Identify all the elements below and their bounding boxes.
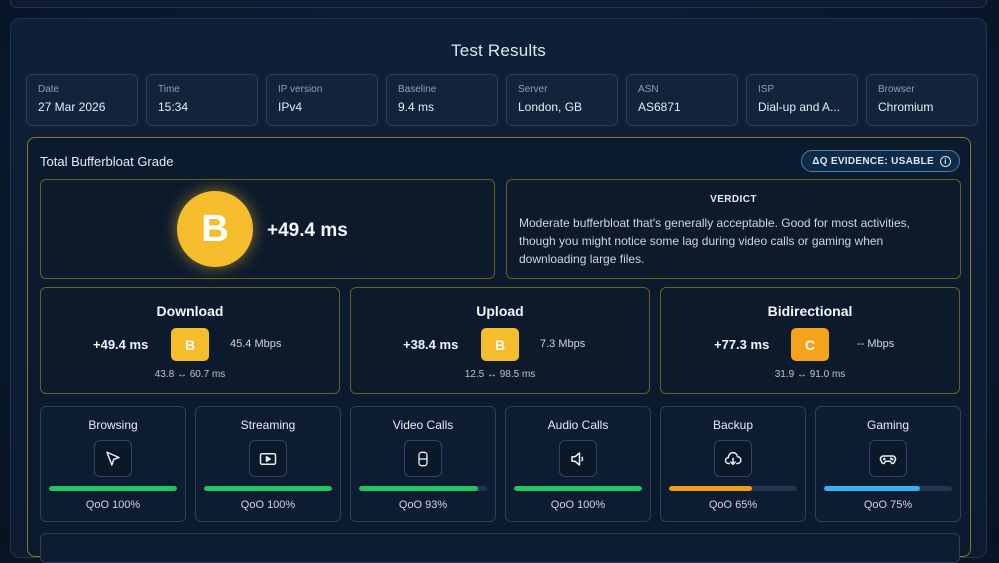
verdict-box: VERDICT Moderate bufferbloat that's gene… (506, 179, 961, 279)
use-case-title: Audio Calls (506, 418, 650, 432)
direction-grade-badge: B (481, 328, 519, 361)
overall-grade-box: B +49.4 ms (40, 179, 495, 279)
use-case-backup[interactable]: Backup QoO 65% (660, 406, 806, 522)
page-title: Test Results (11, 41, 986, 61)
download-box: Download +49.4 ms B 45.4 Mbps 43.8 ↔ 60.… (40, 287, 340, 394)
bidirectional-box: Bidirectional +77.3 ms C -- Mbps 31.9 ↔ … (660, 287, 960, 394)
use-case-streaming[interactable]: Streaming QoO 100% (195, 406, 341, 522)
meta-value: London, GB (518, 100, 606, 114)
direction-title: Download (41, 303, 339, 319)
previous-section-edge (10, 0, 987, 8)
direction-title: Upload (351, 303, 649, 319)
direction-delta: +49.4 ms (93, 337, 148, 352)
next-section-edge (40, 533, 960, 563)
qoo-bar (669, 486, 797, 491)
grade-panel-title: Total Bufferbloat Grade (40, 154, 173, 169)
meta-card-browser: Browser Chromium (866, 74, 978, 126)
meta-label: Time (158, 84, 246, 95)
use-case-title: Browsing (41, 418, 185, 432)
qoo-bar-fill (204, 486, 332, 491)
verdict-label: VERDICT (507, 194, 960, 205)
meta-value: 15:34 (158, 100, 246, 114)
overall-latency-delta: +49.4 ms (267, 220, 348, 242)
meta-value: Chromium (878, 100, 966, 114)
speaker-icon (559, 440, 597, 477)
direction-speed: -- Mbps (857, 338, 894, 350)
qoo-bar-fill (359, 486, 478, 491)
use-case-title: Streaming (196, 418, 340, 432)
phone-icon (404, 440, 442, 477)
test-meta-row: Date 27 Mar 2026 Time 15:34 IP version I… (26, 74, 978, 126)
meta-label: Browser (878, 84, 966, 95)
info-icon[interactable]: i (940, 156, 951, 167)
direction-range: 31.9 ↔ 91.0 ms (661, 369, 959, 380)
direction-speed: 7.3 Mbps (540, 338, 585, 350)
meta-label: ASN (638, 84, 726, 95)
cloud-download-icon (714, 440, 752, 477)
qoo-bar-fill (824, 486, 920, 491)
qoo-bar-fill (514, 486, 642, 491)
qoo-label: QoO 65% (661, 499, 805, 511)
meta-value: 9.4 ms (398, 100, 486, 114)
meta-label: Baseline (398, 84, 486, 95)
qoo-label: QoO 100% (41, 499, 185, 511)
use-case-title: Video Calls (351, 418, 495, 432)
overall-grade-badge: B (177, 191, 253, 267)
qoo-bar (359, 486, 487, 491)
meta-label: Date (38, 84, 126, 95)
meta-card-ip-version: IP version IPv4 (266, 74, 378, 126)
meta-card-asn: ASN AS6871 (626, 74, 738, 126)
meta-value: 27 Mar 2026 (38, 100, 126, 114)
meta-value: Dial-up and A... (758, 100, 846, 114)
test-results-panel: Test Results Date 27 Mar 2026 Time 15:34… (10, 18, 987, 558)
qoo-bar (824, 486, 952, 491)
direction-range: 12.5 ↔ 98.5 ms (351, 369, 649, 380)
qoo-bar (49, 486, 177, 491)
direction-title: Bidirectional (661, 303, 959, 319)
verdict-text: Moderate bufferbloat that's generally ac… (519, 214, 948, 268)
direction-grade-badge: B (171, 328, 209, 361)
use-case-video-calls[interactable]: Video Calls QoO 93% (350, 406, 496, 522)
total-grade-panel: Total Bufferbloat Grade ΔQ EVIDENCE: USA… (27, 137, 971, 557)
cursor-icon (94, 440, 132, 477)
meta-label: IP version (278, 84, 366, 95)
qoo-label: QoO 100% (196, 499, 340, 511)
meta-card-baseline: Baseline 9.4 ms (386, 74, 498, 126)
use-case-browsing[interactable]: Browsing QoO 100% (40, 406, 186, 522)
qoo-label: QoO 100% (506, 499, 650, 511)
use-case-gaming[interactable]: Gaming QoO 75% (815, 406, 961, 522)
meta-label: ISP (758, 84, 846, 95)
meta-card-server: Server London, GB (506, 74, 618, 126)
use-case-title: Gaming (816, 418, 960, 432)
video-icon (249, 440, 287, 477)
use-case-title: Backup (661, 418, 805, 432)
direction-range: 43.8 ↔ 60.7 ms (41, 369, 339, 380)
direction-speed: 45.4 Mbps (230, 338, 281, 350)
meta-value: AS6871 (638, 100, 726, 114)
use-case-audio-calls[interactable]: Audio Calls QoO 100% (505, 406, 651, 522)
gamepad-icon (869, 440, 907, 477)
meta-label: Server (518, 84, 606, 95)
qoo-bar (514, 486, 642, 491)
qoo-label: QoO 93% (351, 499, 495, 511)
evidence-badge[interactable]: ΔQ EVIDENCE: USABLE i (801, 150, 960, 172)
direction-delta: +38.4 ms (403, 337, 458, 352)
evidence-label: ΔQ EVIDENCE: USABLE (812, 156, 934, 167)
qoo-label: QoO 75% (816, 499, 960, 511)
qoo-bar (204, 486, 332, 491)
qoo-bar-fill (49, 486, 177, 491)
meta-card-time: Time 15:34 (146, 74, 258, 126)
meta-value: IPv4 (278, 100, 366, 114)
direction-delta: +77.3 ms (714, 337, 769, 352)
upload-box: Upload +38.4 ms B 7.3 Mbps 12.5 ↔ 98.5 m… (350, 287, 650, 394)
meta-card-date: Date 27 Mar 2026 (26, 74, 138, 126)
direction-grade-badge: C (791, 328, 829, 361)
qoo-bar-fill (669, 486, 752, 491)
meta-card-isp: ISP Dial-up and A... (746, 74, 858, 126)
